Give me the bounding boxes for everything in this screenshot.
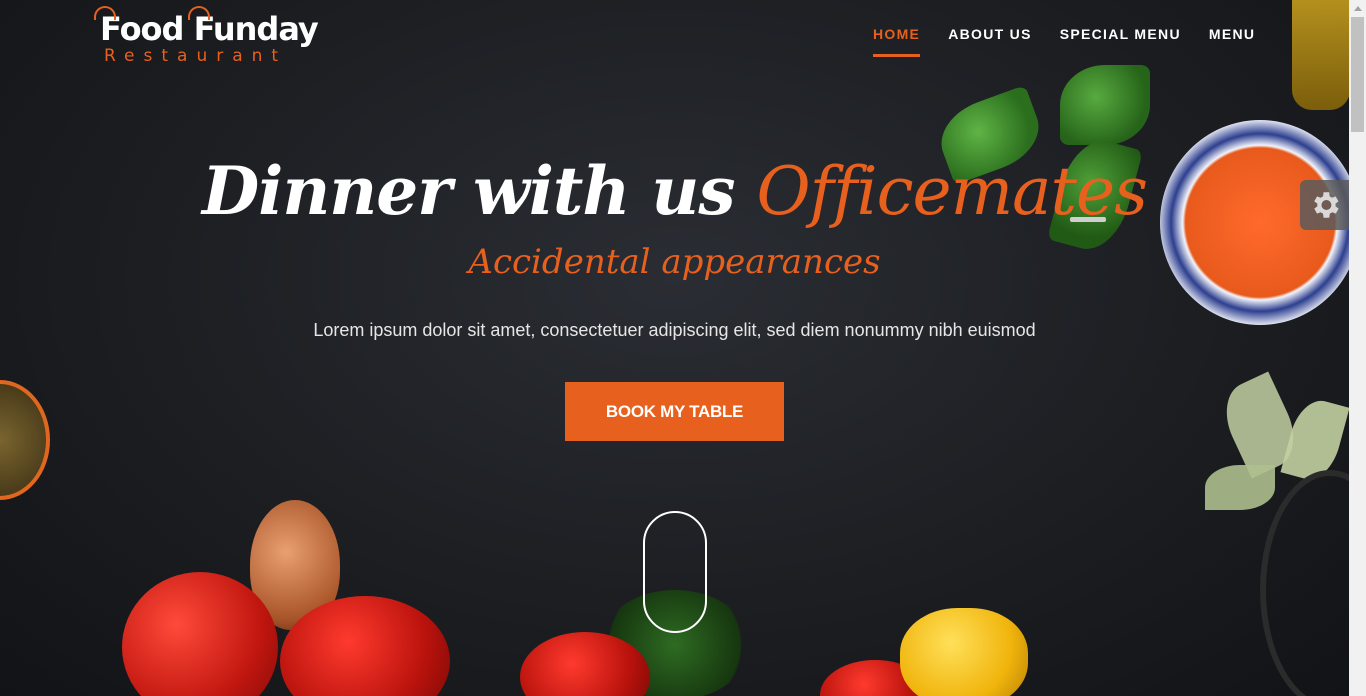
brand-logo[interactable]: Food Funday Restaurant <box>94 6 319 66</box>
brand-tagline: Restaurant <box>104 46 288 66</box>
hero-lead-text: Lorem ipsum dolor sit amet, consectetuer… <box>313 320 1036 340</box>
oil-bottle-decoration <box>1292 0 1349 110</box>
nav-item-menu[interactable]: MENU <box>1209 26 1255 57</box>
nav-item-about-us[interactable]: ABOUT US <box>948 26 1032 57</box>
scroll-up-arrow-icon[interactable] <box>1349 0 1366 17</box>
chef-hat-icon <box>94 6 116 20</box>
nav-item-home[interactable]: HOME <box>873 26 921 57</box>
headline-main: Dinner with us <box>202 152 757 230</box>
book-my-table-button[interactable]: BOOK MY TABLE <box>565 382 784 441</box>
basil-leaf-decoration <box>1060 65 1150 145</box>
hero-headline: Dinner with us Officemates <box>0 152 1349 230</box>
scrollbar-thumb[interactable] <box>1351 17 1364 132</box>
mouse-scroll-icon[interactable] <box>643 511 707 633</box>
headline-underline <box>1070 217 1106 222</box>
chef-hat-icon <box>188 6 210 20</box>
pan-decoration <box>1260 470 1349 696</box>
spice-bowl-decoration <box>0 380 50 500</box>
gear-icon <box>1313 192 1339 218</box>
bay-leaf-decoration <box>1205 465 1275 510</box>
pepper-decoration <box>900 608 1028 696</box>
nav-item-special-menu[interactable]: SPECIAL MENU <box>1060 26 1181 57</box>
hero-section: Food Funday Restaurant HOME ABOUT US SPE… <box>0 0 1349 696</box>
settings-toggle-button[interactable] <box>1300 180 1349 230</box>
main-nav: HOME ABOUT US SPECIAL MENU MENU <box>873 26 1255 57</box>
page-scrollbar[interactable] <box>1349 0 1366 696</box>
hero-subheadline: Accidental appearances <box>468 242 881 282</box>
